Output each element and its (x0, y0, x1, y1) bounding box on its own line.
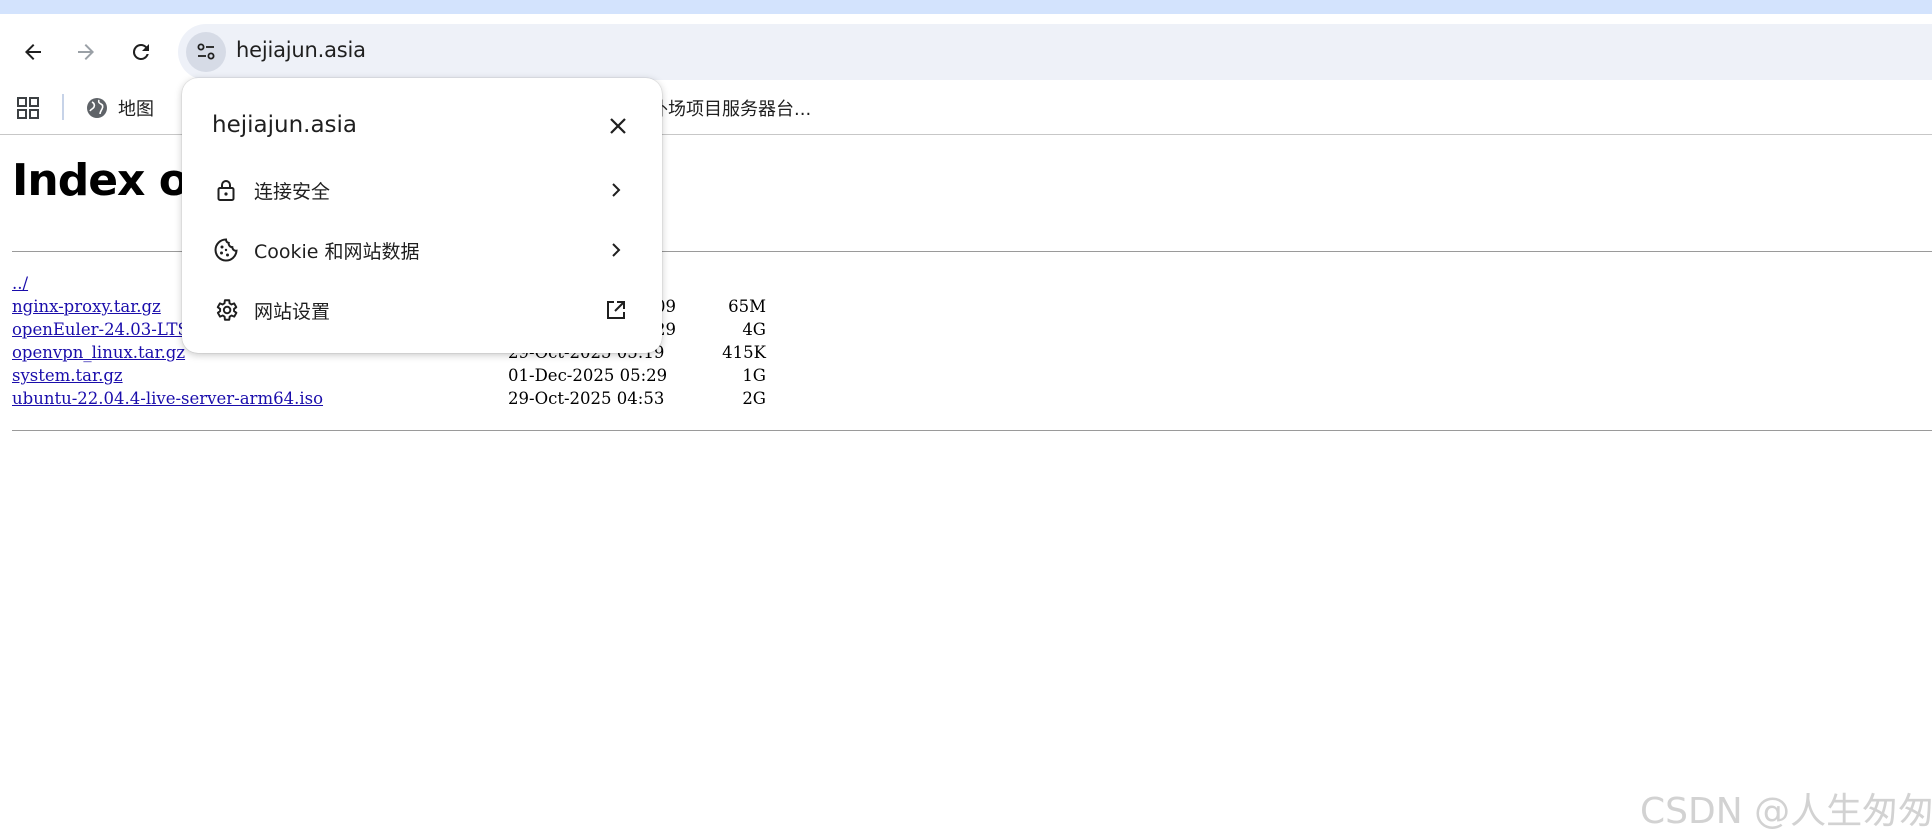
parent-directory-link[interactable]: ../ (12, 272, 28, 295)
connection-security-item[interactable]: 连接安全 (182, 162, 662, 218)
site-info-button[interactable] (186, 32, 226, 72)
window-top-strip (0, 0, 1932, 14)
file-size: 4G (742, 320, 766, 339)
cookie-site-data-item[interactable]: Cookie 和网站数据 (182, 222, 662, 278)
file-link[interactable]: openEuler-24.03-LTS (12, 318, 189, 341)
file-size: 415K (722, 343, 766, 362)
popup-title: hejiajun.asia (212, 112, 358, 138)
apps-grid-icon (17, 97, 39, 119)
close-icon (610, 118, 626, 134)
arrow-right-icon (78, 44, 94, 60)
file-link[interactable]: openvpn_linux.tar.gz (12, 341, 185, 364)
popup-item-label: Cookie 和网站数据 (254, 241, 420, 263)
file-size: 2G (742, 389, 766, 408)
file-size: 1G (742, 366, 766, 385)
forward-button[interactable] (66, 32, 106, 72)
reload-button[interactable] (121, 32, 161, 72)
reload-icon (132, 43, 149, 60)
globe-icon (87, 98, 107, 118)
bookmark-item-map[interactable]: 地图 (86, 92, 154, 124)
address-bar[interactable]: hejiajun.asia (178, 24, 1932, 80)
popup-item-label: 网站设置 (254, 301, 331, 323)
tune-icon (197, 43, 215, 60)
chevron-right-icon (602, 236, 630, 264)
bookmark-label: 地图 (118, 99, 154, 120)
browser-toolbar: hejiajun.asia (0, 14, 1932, 84)
close-button[interactable] (604, 112, 632, 140)
file-link[interactable]: ubuntu-22.04.4-live-server-arm64.iso (12, 387, 323, 410)
external-link-icon (602, 296, 630, 324)
chevron-right-icon (602, 176, 630, 204)
file-date: 29-Oct-2025 04:53 (508, 389, 665, 408)
file-link[interactable]: nginx-proxy.tar.gz (12, 295, 161, 318)
gear-icon (212, 296, 240, 324)
arrow-left-icon (25, 44, 41, 60)
watermark: CSDN @人生匆匆 (1640, 791, 1932, 832)
back-button[interactable] (13, 32, 53, 72)
bookmark-item-server[interactable]: 外场项目服务器台... (650, 92, 811, 124)
popup-item-label: 连接安全 (254, 181, 331, 203)
apps-button[interactable] (16, 92, 40, 124)
cookie-icon (212, 236, 240, 264)
site-info-popup: hejiajun.asia 连接安全 Cookie 和网站数据 网站设置 (182, 78, 662, 353)
file-date: 01-Dec-2025 05:29 (508, 366, 668, 385)
site-settings-item[interactable]: 网站设置 (182, 282, 662, 338)
file-link[interactable]: system.tar.gz (12, 364, 123, 387)
url-text[interactable]: hejiajun.asia (236, 38, 366, 62)
bookmark-label: 外场项目服务器台... (650, 99, 812, 120)
bookmarks-separator (62, 94, 64, 120)
lock-icon (212, 176, 240, 204)
file-size: 65M (728, 297, 766, 316)
divider-bottom (12, 430, 1932, 431)
